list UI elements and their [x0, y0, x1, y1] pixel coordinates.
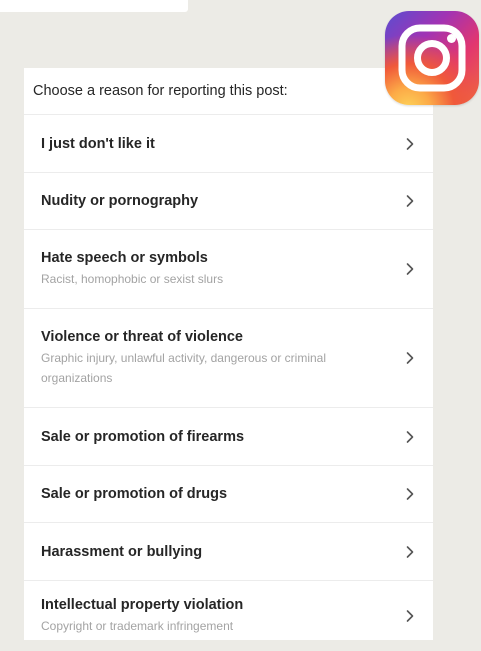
instagram-logo-icon — [385, 11, 479, 105]
chevron-right-icon — [406, 545, 414, 558]
reason-firearms[interactable]: Sale or promotion of firearms — [24, 408, 433, 466]
reason-harassment[interactable]: Harassment or bullying — [24, 523, 433, 581]
reason-hate-speech[interactable]: Hate speech or symbols Racist, homophobi… — [24, 230, 433, 309]
top-banner-fragment — [0, 0, 188, 12]
reason-title: Sale or promotion of drugs — [41, 486, 228, 502]
report-reasons-panel: Choose a reason for reporting this post:… — [24, 68, 433, 640]
chevron-right-icon — [406, 430, 414, 443]
reason-title: Intellectual property violation — [41, 597, 244, 613]
reason-subtitle: Copyright or trademark infringement — [41, 619, 234, 633]
chevron-right-icon — [406, 610, 414, 622]
reason-nudity[interactable]: Nudity or pornography — [24, 173, 433, 230]
reason-title: I just don't like it — [41, 135, 155, 152]
chevron-right-icon — [406, 352, 414, 364]
chevron-right-icon — [406, 488, 414, 500]
reason-title: Hate speech or symbols — [41, 250, 208, 266]
chevron-right-icon — [406, 263, 414, 275]
reason-dont-like-it[interactable]: I just don't like it — [24, 115, 433, 173]
report-prompt: Choose a reason for reporting this post: — [24, 68, 433, 115]
reason-subtitle: Racist, homophobic or sexist slurs — [41, 272, 224, 286]
reason-drugs[interactable]: Sale or promotion of drugs — [24, 466, 433, 523]
reason-title: Violence or threat of violence — [41, 329, 243, 345]
chevron-right-icon — [406, 195, 414, 207]
chevron-right-icon — [406, 137, 414, 150]
reason-title: Harassment or bullying — [41, 543, 203, 560]
reason-subtitle: Graphic injury, unlawful activity, dange… — [41, 351, 327, 385]
reason-title: Nudity or pornography — [41, 193, 199, 209]
reason-violence[interactable]: Violence or threat of violence Graphic i… — [24, 309, 433, 408]
reason-intellectual-property[interactable]: Intellectual property violation Copyrigh… — [24, 581, 433, 651]
reason-title: Sale or promotion of firearms — [41, 428, 245, 445]
